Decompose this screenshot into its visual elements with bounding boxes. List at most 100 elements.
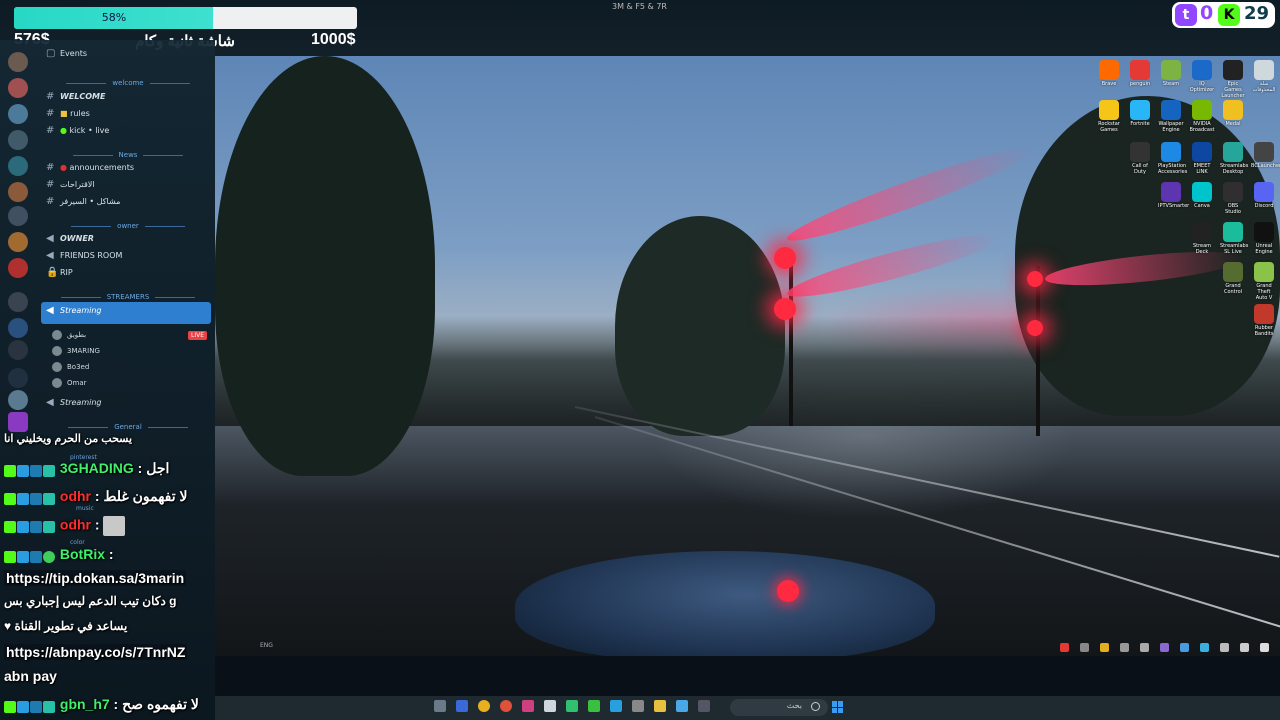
desktop-icon[interactable]: Brave bbox=[1096, 60, 1122, 87]
server-icon[interactable] bbox=[8, 156, 28, 176]
desktop-icon[interactable]: NVIDIA Broadcast bbox=[1189, 100, 1215, 133]
desktop-icon-label: EMEET LINK bbox=[1193, 163, 1211, 175]
voice-user[interactable]: 3MARING bbox=[52, 345, 100, 357]
desktop-icon[interactable]: EMEET LINK bbox=[1189, 142, 1215, 175]
voice-user[interactable]: Bo3ed bbox=[52, 361, 89, 373]
app-icon[interactable] bbox=[698, 700, 710, 712]
voice-user[interactable]: بطويق bbox=[52, 329, 86, 341]
desktop-icon[interactable]: Streamlabs SL Live bbox=[1220, 222, 1248, 255]
chrome-icon[interactable] bbox=[478, 700, 490, 712]
tray-icon[interactable] bbox=[1240, 643, 1249, 652]
desktop-icon[interactable]: سلة المحذوفات bbox=[1251, 60, 1277, 93]
desktop-icon[interactable]: Epic Games Launcher bbox=[1220, 60, 1246, 99]
tray-icon[interactable] bbox=[1120, 643, 1129, 652]
app-icon[interactable] bbox=[522, 700, 534, 712]
channel-welcome[interactable]: # WELCOME bbox=[46, 91, 105, 103]
server-icon[interactable] bbox=[8, 318, 28, 338]
tray-icon[interactable] bbox=[1100, 643, 1109, 652]
app-icon[interactable] bbox=[500, 700, 512, 712]
desktop-icon[interactable]: IQ Optimizer bbox=[1189, 60, 1215, 93]
desktop-icon[interactable]: penguin bbox=[1127, 60, 1153, 87]
app-icon[interactable] bbox=[456, 700, 468, 712]
voice-channel-streaming[interactable]: ◀ Streaming bbox=[46, 305, 102, 317]
voice-user[interactable]: Omar bbox=[52, 377, 87, 389]
app-icon[interactable] bbox=[632, 700, 644, 712]
server-icon[interactable] bbox=[8, 130, 28, 150]
server-icon[interactable] bbox=[8, 412, 28, 432]
category-news[interactable]: News bbox=[48, 151, 208, 159]
desktop-icon[interactable]: Discord bbox=[1251, 182, 1277, 209]
server-icon[interactable] bbox=[8, 340, 28, 360]
desktop-icon[interactable]: Fortnite bbox=[1127, 100, 1153, 127]
3m-badge-icon bbox=[30, 521, 42, 534]
desktop-icon[interactable]: Stream Deck bbox=[1189, 222, 1215, 255]
app-icon[interactable] bbox=[566, 700, 578, 712]
voice-channel-owner[interactable]: ◀ OWNER bbox=[46, 233, 94, 245]
server-icon[interactable] bbox=[8, 232, 28, 252]
category-owner[interactable]: owner bbox=[48, 222, 208, 230]
server-icon[interactable] bbox=[8, 52, 28, 72]
desktop-icon[interactable]: Medal bbox=[1220, 100, 1246, 127]
task-view-icon[interactable] bbox=[434, 700, 446, 712]
voice-channel-rip[interactable]: 🔒 RIP bbox=[46, 267, 73, 279]
server-icon[interactable] bbox=[8, 258, 28, 278]
chat-link[interactable]: https://abnpay.co/s/7TnrNZ bbox=[4, 644, 188, 660]
tray-icon[interactable] bbox=[1260, 643, 1269, 652]
tray-icon[interactable] bbox=[1180, 643, 1189, 652]
tree-center bbox=[615, 216, 785, 436]
app-icon[interactable] bbox=[610, 700, 622, 712]
app-icon bbox=[1223, 142, 1243, 162]
xbox-icon[interactable] bbox=[588, 700, 600, 712]
app-icon[interactable] bbox=[676, 700, 688, 712]
server-icon[interactable] bbox=[8, 104, 28, 124]
category-general[interactable]: General bbox=[48, 423, 208, 431]
desktop-icon[interactable]: PlayStation Accessories bbox=[1158, 142, 1187, 175]
desktop-icon[interactable]: Call of Duty bbox=[1127, 142, 1153, 175]
channel-announcements[interactable]: # ● announcements bbox=[46, 162, 134, 174]
file-explorer-icon[interactable] bbox=[654, 700, 666, 712]
desktop-icon[interactable]: Canva bbox=[1189, 182, 1215, 209]
app-icon[interactable] bbox=[544, 700, 556, 712]
chat-link[interactable]: https://tip.dokan.sa/3marin bbox=[4, 570, 187, 586]
avatar bbox=[52, 346, 62, 356]
channel-kick-live[interactable]: # ● kick • live bbox=[46, 125, 109, 137]
chat-message: odhr : bbox=[4, 516, 126, 536]
hash-icon: # bbox=[46, 162, 55, 173]
server-icon[interactable] bbox=[8, 292, 28, 312]
events-link[interactable]: ▢ Events bbox=[46, 48, 87, 60]
taskbar-search[interactable]: بحث bbox=[730, 699, 828, 716]
voice-channel-friends-room[interactable]: ◀ FRIENDS ROOM bbox=[46, 250, 122, 262]
brave-tray-icon[interactable] bbox=[1060, 643, 1069, 652]
tray-icon[interactable] bbox=[1160, 643, 1169, 652]
tray-icon[interactable] bbox=[1080, 643, 1089, 652]
windows-start-icon[interactable] bbox=[832, 701, 844, 713]
app-icon bbox=[1223, 60, 1243, 80]
channel-problems[interactable]: # مشاكل • السيرفر bbox=[46, 196, 120, 208]
desktop-icon[interactable]: Grand Control bbox=[1220, 262, 1246, 295]
desktop-icon[interactable]: Unreal Engine bbox=[1251, 222, 1277, 255]
category-welcome[interactable]: welcome bbox=[48, 79, 208, 87]
desktop-icon[interactable]: Steam bbox=[1158, 60, 1184, 87]
server-icon[interactable] bbox=[8, 206, 28, 226]
desktop-icon[interactable]: OBS Studio bbox=[1220, 182, 1246, 215]
voice-channel-streaming-2[interactable]: ◀ Streaming bbox=[46, 397, 102, 409]
desktop-icon[interactable]: Rubber Bandits bbox=[1251, 304, 1277, 337]
desktop-icon[interactable]: Rockstar Games bbox=[1096, 100, 1122, 133]
desktop-icon[interactable]: Wallpaper Engine bbox=[1158, 100, 1184, 133]
tray-icon[interactable] bbox=[1200, 643, 1209, 652]
channel-rules[interactable]: # ■ rules bbox=[46, 108, 90, 120]
desktop-icon[interactable]: BCLauncher bbox=[1251, 142, 1280, 169]
server-icon[interactable] bbox=[8, 78, 28, 98]
server-icon[interactable] bbox=[8, 182, 28, 202]
chat-badges bbox=[4, 461, 56, 477]
tray-icon[interactable] bbox=[1140, 643, 1149, 652]
desktop-icon[interactable]: Streamlabs Desktop bbox=[1220, 142, 1248, 175]
category-streamers[interactable]: STREAMERS bbox=[48, 293, 208, 301]
channel-suggestions[interactable]: # الاقتراحات bbox=[46, 179, 95, 191]
language-indicator[interactable]: ENG bbox=[260, 642, 273, 649]
desktop-icon[interactable]: IPTVSmarter bbox=[1158, 182, 1189, 209]
desktop-icon[interactable]: Grand Theft Auto V bbox=[1251, 262, 1277, 301]
tray-icon[interactable] bbox=[1220, 643, 1229, 652]
server-icon[interactable] bbox=[8, 368, 28, 388]
server-icon[interactable] bbox=[8, 390, 28, 410]
